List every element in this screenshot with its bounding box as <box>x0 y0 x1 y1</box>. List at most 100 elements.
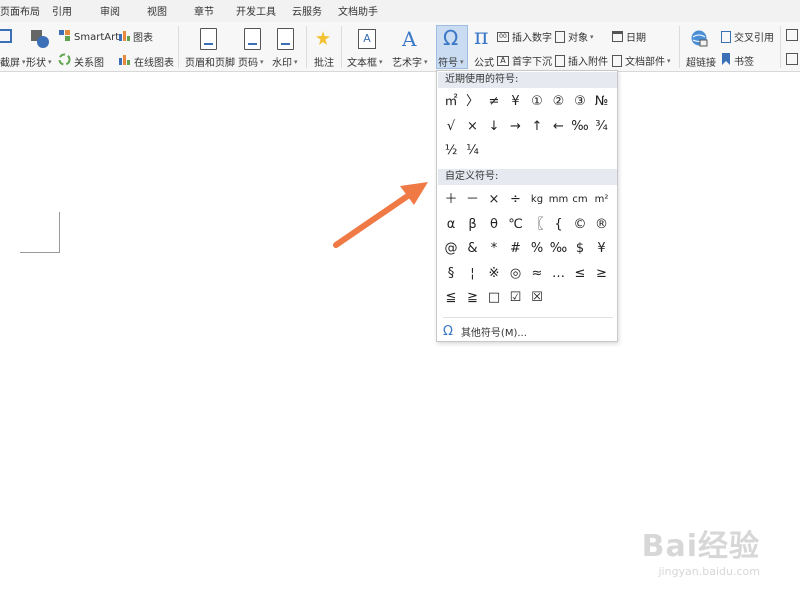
symbol-cell[interactable]: № <box>592 92 612 112</box>
symbol-cell[interactable]: ¥ <box>592 239 612 259</box>
symbol-cell[interactable]: α <box>441 215 461 235</box>
symbol-cell[interactable]: ※ <box>484 264 504 284</box>
symbol-cell[interactable]: ≈ <box>527 264 547 284</box>
comment-button[interactable]: 批注 <box>314 54 334 69</box>
symbol-cell[interactable]: θ <box>484 215 504 235</box>
symbol-cell[interactable]: ¾ <box>592 117 612 137</box>
symbol-cell[interactable]: ＋ <box>441 190 461 210</box>
watermark-button[interactable]: 水印 ▾ <box>272 54 298 70</box>
wordart-icon: A <box>402 27 417 51</box>
online-chart-button[interactable]: 在线图表 <box>118 53 174 69</box>
menu-page-layout[interactable]: 页面布局 <box>0 3 40 18</box>
symbol-cell[interactable]: § <box>441 264 461 284</box>
dropcap-button[interactable]: A 首字下沉 <box>497 53 552 68</box>
smartart-label: SmartArt <box>74 31 120 43</box>
cross-ref-button[interactable]: 交叉引用 <box>721 29 774 44</box>
symbol-cell[interactable]: ‰ <box>570 117 590 137</box>
symbol-cell[interactable]: # <box>506 239 526 259</box>
insert-number-label: 插入数字 <box>512 33 552 44</box>
chart-button[interactable]: 图表 <box>118 29 153 44</box>
symbol-cell[interactable]: ≤ <box>570 264 590 284</box>
smartart-button[interactable]: SmartArt <box>58 29 119 45</box>
menu-references[interactable]: 引用 <box>52 3 72 18</box>
textbox-button[interactable]: 文本框 ▾ <box>347 54 383 70</box>
symbol-cell[interactable]: × <box>463 117 483 137</box>
symbol-cell[interactable]: → <box>506 117 526 137</box>
symbol-cell[interactable]: ◎ <box>506 264 526 284</box>
symbol-cell[interactable]: { <box>549 215 569 235</box>
page-corner-mark <box>20 252 60 253</box>
header-footer-button[interactable]: 页眉和页脚 <box>185 54 235 69</box>
symbol-cell[interactable]: ☒ <box>527 288 547 308</box>
symbol-cell[interactable]: □ <box>484 288 504 308</box>
insert-number-button[interactable]: 00 插入数字 <box>497 29 552 44</box>
relation-button[interactable]: 关系图 <box>58 53 104 69</box>
wordart-button[interactable]: 艺术字 ▾ <box>392 54 428 70</box>
attachment-button[interactable]: 插入附件 <box>555 53 608 68</box>
symbol-cell[interactable]: β <box>463 215 483 235</box>
attachment-icon <box>555 54 565 67</box>
symbol-cell[interactable]: ↓ <box>484 117 504 137</box>
menu-section[interactable]: 章节 <box>194 3 214 18</box>
shape-button[interactable]: 形状 ▾ <box>26 54 52 70</box>
hyperlink-button[interactable]: 超链接 <box>686 54 716 69</box>
menu-doc-assistant[interactable]: 文档助手 <box>338 3 378 18</box>
more-ribbon-icon <box>786 29 798 41</box>
menu-cloud[interactable]: 云服务 <box>292 3 322 18</box>
symbol-cell[interactable]: ≥ <box>592 264 612 284</box>
symbol-cell[interactable]: © <box>570 215 590 235</box>
menu-developer[interactable]: 开发工具 <box>236 3 276 18</box>
symbol-cell[interactable]: － <box>463 190 483 210</box>
symbol-cell[interactable]: ‰ <box>549 239 569 259</box>
symbol-cell[interactable]: ÷ <box>506 190 526 210</box>
watermark-brand: Bai经验 <box>641 529 760 564</box>
symbol-cell[interactable]: ½ <box>441 141 461 161</box>
bookmark-label: 书签 <box>734 57 754 68</box>
symbol-cell[interactable]: ® <box>592 215 612 235</box>
symbol-cell[interactable]: % <box>527 239 547 259</box>
symbol-cell[interactable]: m² <box>592 190 612 210</box>
online-chart-label: 在线图表 <box>134 57 174 69</box>
page-number-button[interactable]: 页码 ▾ <box>238 54 264 70</box>
symbol-button[interactable]: 符号 ▾ <box>438 54 464 70</box>
symbol-cell[interactable]: √ <box>441 117 461 137</box>
menu-review[interactable]: 审阅 <box>100 3 120 18</box>
symbol-cell[interactable]: ↑ <box>527 117 547 137</box>
symbol-cell[interactable]: cm <box>570 190 590 210</box>
symbol-cell[interactable]: kg <box>527 190 547 210</box>
symbol-cell[interactable]: $ <box>570 239 590 259</box>
symbol-cell[interactable]: ¦ <box>463 264 483 284</box>
symbol-cell[interactable]: ℃ <box>506 215 526 235</box>
globe-icon <box>690 29 708 47</box>
bookmark-button[interactable]: 书签 <box>721 53 754 68</box>
symbol-cell[interactable]: * <box>484 239 504 259</box>
date-button[interactable]: 日期 <box>612 29 646 44</box>
menu-view[interactable]: 视图 <box>147 3 167 18</box>
symbol-cell[interactable]: ≠ <box>484 92 504 112</box>
symbol-cell[interactable]: ㎡ <box>441 92 461 112</box>
symbol-cell[interactable]: ← <box>549 117 569 137</box>
symbol-cell[interactable]: ¥ <box>506 92 526 112</box>
symbol-cell[interactable]: 〖 <box>527 215 547 235</box>
smartart-icon <box>58 29 71 45</box>
screenshot-button[interactable]: 截屏 ▾ <box>0 54 26 70</box>
symbol-cell[interactable]: 〉 <box>463 92 483 112</box>
symbol-cell[interactable]: ☑ <box>506 288 526 308</box>
symbol-cell[interactable]: × <box>484 190 504 210</box>
symbol-cell[interactable]: … <box>549 264 569 284</box>
doc-parts-button[interactable]: 文档部件 ▾ <box>612 53 671 68</box>
symbol-cell[interactable]: ③ <box>570 92 590 112</box>
more-symbols-item[interactable]: Ω 其他符号(M)... <box>443 322 613 340</box>
comment-icon <box>314 30 332 48</box>
formula-button[interactable]: 公式 <box>474 54 494 69</box>
symbol-cell[interactable]: ② <box>549 92 569 112</box>
symbol-cell[interactable]: & <box>463 239 483 259</box>
symbol-cell[interactable]: ≦ <box>441 288 461 308</box>
symbol-cell[interactable]: ¼ <box>463 141 483 161</box>
symbol-cell[interactable]: mm <box>549 190 569 210</box>
symbol-cell[interactable]: ≧ <box>463 288 483 308</box>
object-button[interactable]: 对象 ▾ <box>555 29 594 44</box>
symbol-cell[interactable]: @ <box>441 239 461 259</box>
page-corner-mark <box>59 212 60 252</box>
symbol-cell[interactable]: ① <box>527 92 547 112</box>
